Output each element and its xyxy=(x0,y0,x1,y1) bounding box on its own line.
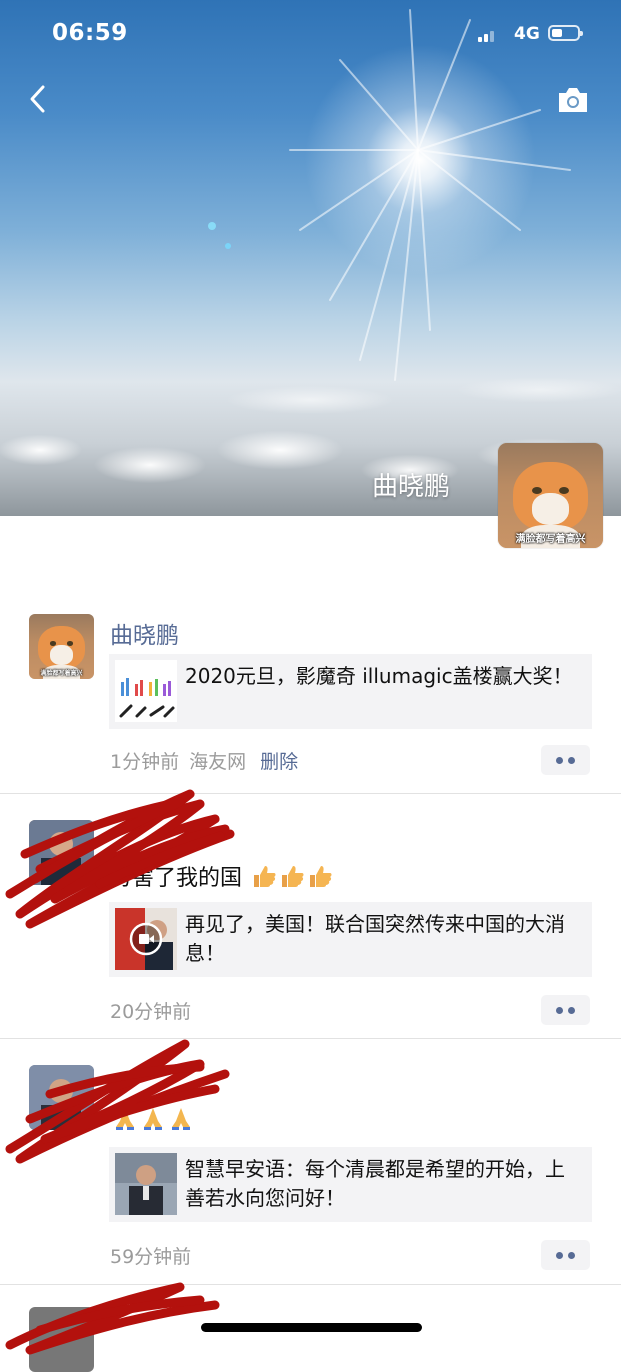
more-button[interactable] xyxy=(541,995,590,1025)
avatar-caption: 满脸都写着高兴 xyxy=(515,533,586,545)
network-type: 4G xyxy=(514,24,540,44)
avatar-caption: 满脸都写着高兴 xyxy=(40,670,83,678)
shared-link-card[interactable]: 智慧早安语：每个清晨都是希望的开始，上善若水向您问好！ xyxy=(109,1147,592,1222)
link-thumbnail xyxy=(115,908,177,970)
back-button[interactable] xyxy=(24,84,54,114)
post-text xyxy=(110,1105,194,1133)
signal-icon xyxy=(478,28,496,42)
cover-image[interactable] xyxy=(0,0,621,516)
more-dots-icon xyxy=(556,757,563,764)
cat-image: 满脸都写着高兴 xyxy=(498,443,603,548)
pray-emoji xyxy=(144,1108,162,1130)
author-name[interactable]: 曲晓鹏 xyxy=(110,616,179,650)
pray-emoji xyxy=(172,1108,190,1130)
camera-icon xyxy=(559,88,587,112)
home-indicator[interactable] xyxy=(201,1323,422,1332)
cat-image: 满脸都写着高兴 xyxy=(29,614,94,679)
clock: 06:59 xyxy=(52,20,128,46)
post-meta: 1分钟前 海友网 删除 xyxy=(110,747,298,774)
author-avatar[interactable] xyxy=(29,1065,94,1130)
more-button[interactable] xyxy=(541,745,590,775)
thumbs-up-emoji xyxy=(254,866,276,887)
more-dots-icon xyxy=(556,1252,563,1259)
post-source[interactable]: 海友网 xyxy=(189,751,246,773)
shared-video-card[interactable]: 再见了，美国！联合国突然传来中国的大消息！ xyxy=(109,902,592,977)
thumbs-up-emoji xyxy=(282,866,304,887)
thumbs-up-emoji xyxy=(310,866,332,887)
author-avatar[interactable]: 满脸都写着高兴 xyxy=(29,614,94,679)
battery-icon xyxy=(548,25,583,41)
moments-feed: 满脸都写着高兴 曲晓鹏 2020元旦，影魔奇 illumagic盖楼赢大奖！ 1… xyxy=(0,590,621,1372)
post-text: 厉害了我的国 xyxy=(110,860,333,892)
post-time: 59分钟前 xyxy=(110,1246,192,1268)
camera-button[interactable] xyxy=(556,86,590,114)
link-title: 智慧早安语：每个清晨都是希望的开始，上善若水向您问好！ xyxy=(185,1157,565,1210)
cover-avatar[interactable]: 满脸都写着高兴 xyxy=(498,443,603,548)
status-bar: 06:59 4G xyxy=(0,0,621,66)
moment-post: 智慧早安语：每个清晨都是希望的开始，上善若水向您问好！ 59分钟前 xyxy=(0,1039,621,1285)
author-avatar[interactable] xyxy=(29,1307,94,1372)
author-avatar[interactable] xyxy=(29,820,94,885)
link-title: 再见了，美国！联合国突然传来中国的大消息！ xyxy=(185,912,565,965)
post-time: 1分钟前 xyxy=(110,751,180,773)
more-button[interactable] xyxy=(541,1240,590,1270)
shared-link-card[interactable]: 2020元旦，影魔奇 illumagic盖楼赢大奖！ xyxy=(109,654,592,729)
post-time: 20分钟前 xyxy=(110,1001,192,1023)
chevron-left-icon xyxy=(30,85,45,113)
moment-post: 厉害了我的国 再见了，美国！联合国突然传来中国的大消息！ 20分钟前 xyxy=(0,789,621,1039)
link-thumbnail xyxy=(115,660,177,722)
moment-post: 满脸都写着高兴 曲晓鹏 2020元旦，影魔奇 illumagic盖楼赢大奖！ 1… xyxy=(0,590,621,794)
link-thumbnail xyxy=(115,1153,177,1215)
more-dots-icon xyxy=(556,1007,563,1014)
pray-emoji xyxy=(116,1108,134,1130)
link-title: 2020元旦，影魔奇 illumagic盖楼赢大奖！ xyxy=(185,664,573,688)
cover-owner-name: 曲晓鹏 xyxy=(372,472,451,502)
delete-link[interactable]: 删除 xyxy=(260,751,298,773)
